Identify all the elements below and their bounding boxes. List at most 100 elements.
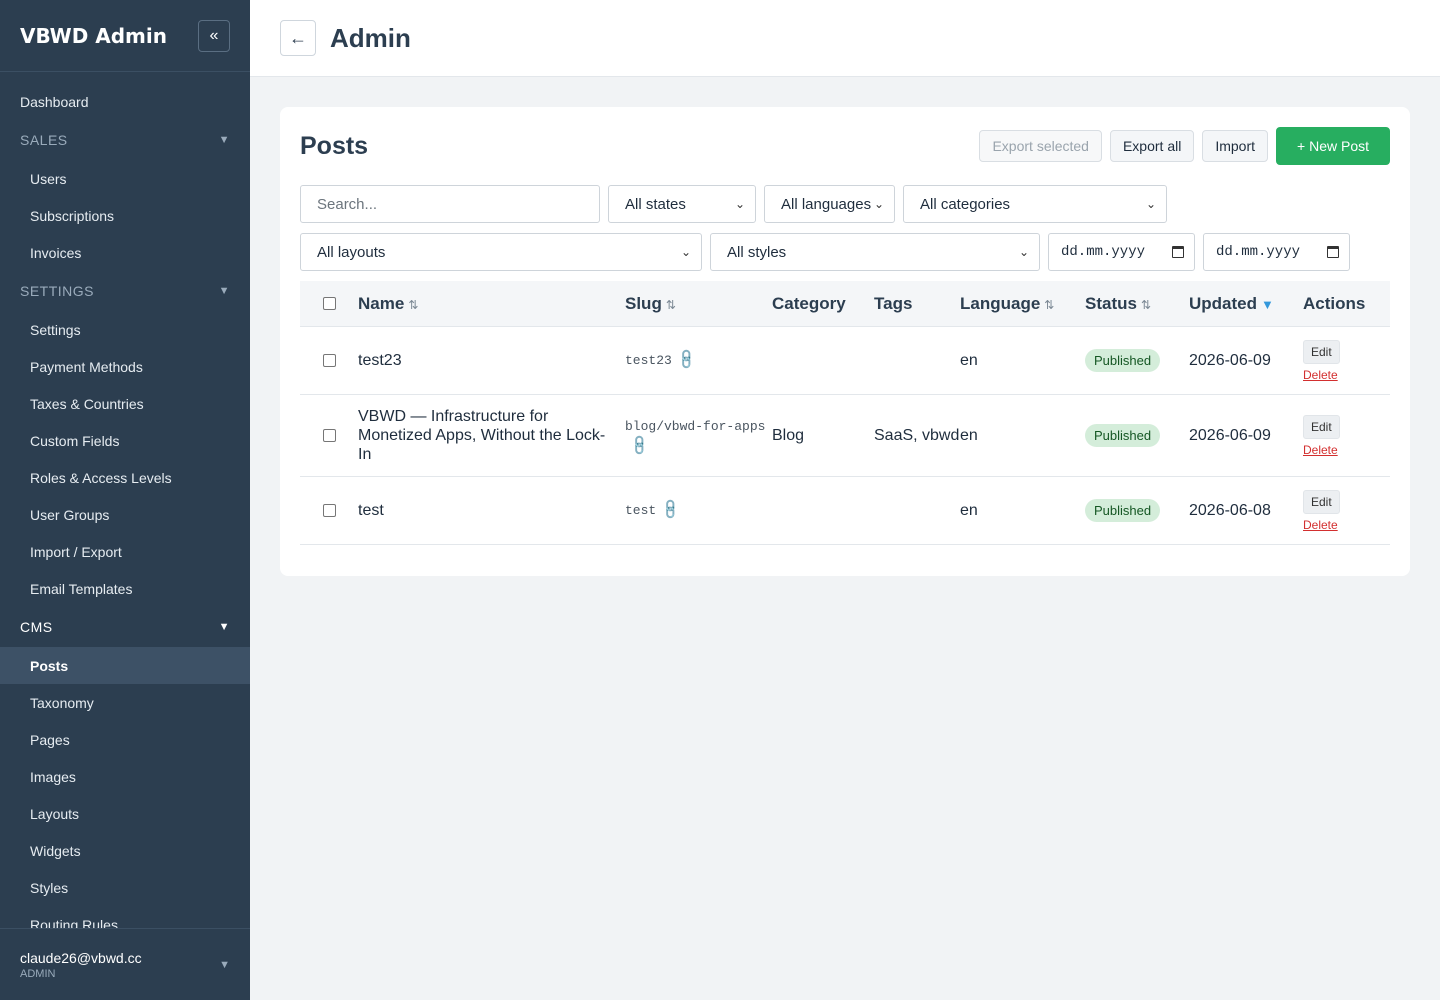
link-icon[interactable]: 🔗 [628,433,652,457]
status-badge: Published [1085,499,1161,522]
column-updated-label: Updated [1189,293,1257,313]
date-from-placeholder: dd.mm.yyyy [1061,244,1146,260]
row-checkbox[interactable] [322,354,336,367]
filter-row-1: Search... All states ⌄ All languages ⌄ A… [300,185,1390,223]
chevron-down-icon: ⌄ [1145,197,1156,211]
languages-select[interactable]: All languages ⌄ [764,185,895,223]
section-label: SETTINGS [20,283,95,299]
styles-select[interactable]: All styles ⌄ [710,233,1040,271]
edit-button[interactable]: Edit [1303,414,1340,439]
slug-text: test [625,502,657,518]
chevron-down-icon: ⌄ [873,197,884,211]
sidebar-item-custom-fields[interactable]: Custom Fields [0,422,250,459]
date-from-input[interactable]: dd.mm.yyyy [1048,233,1195,271]
section-label: SALES [20,132,68,148]
export-selected-button[interactable]: Export selected [979,130,1102,162]
column-slug[interactable]: Slug ⇅ [625,294,772,314]
select-all-checkbox[interactable] [322,297,336,310]
sidebar-item-email-templates[interactable]: Email Templates [0,570,250,607]
sidebar-section-sales[interactable]: SALES ▼ [0,120,250,160]
table-row: VBWD — Infrastructure for Monetized Apps… [300,395,1390,477]
styles-select-value: All styles [727,243,787,261]
date-to-input[interactable]: dd.mm.yyyy [1203,233,1350,271]
import-button[interactable]: Import [1202,130,1269,162]
filter-row-2: All layouts ⌄ All styles ⌄ dd.mm.yyyy dd… [300,233,1390,271]
sidebar-item-subscriptions[interactable]: Subscriptions [0,197,250,234]
sidebar-item-roles-access-levels[interactable]: Roles & Access Levels [0,459,250,496]
post-slug: test23 🔗 [625,347,772,371]
delete-link[interactable]: Delete [1303,443,1390,457]
table-row: test test 🔗 en Published 2026-06-08 Edit … [300,477,1390,545]
sidebar-item-import-export[interactable]: Import / Export [0,533,250,570]
column-language-label: Language [960,293,1041,313]
post-name: VBWD — Infrastructure for Monetized Apps… [358,408,606,463]
row-checkbox[interactable] [322,504,336,517]
row-actions: Edit Delete [1303,414,1390,457]
sidebar-item-user-groups[interactable]: User Groups [0,496,250,533]
delete-link[interactable]: Delete [1303,518,1390,532]
column-category: Category [772,293,846,313]
posts-table: Name ⇅ Slug ⇅ Category Tags Language ⇅ Stat… [300,281,1390,545]
column-language[interactable]: Language ⇅ [960,294,1085,314]
sidebar-item-settings[interactable]: Settings [0,311,250,348]
categories-select-value: All categories [920,195,1011,213]
categories-select[interactable]: All categories ⌄ [903,185,1167,223]
user-info: claude26@vbwd.cc ADMIN [20,950,142,980]
sidebar-brand: VBWD Admin « [0,0,250,72]
collapse-sidebar-button[interactable]: « [198,19,230,52]
sidebar-item-styles[interactable]: Styles [0,869,250,906]
search-input[interactable]: Search... [300,185,600,223]
edit-button[interactable]: Edit [1303,489,1340,514]
layouts-select-value: All layouts [317,243,386,261]
edit-button[interactable]: Edit [1303,339,1340,364]
sidebar-section-settings[interactable]: SETTINGS ▼ [0,271,250,311]
sort-icon: ⇅ [408,297,419,312]
sidebar-item-layouts[interactable]: Layouts [0,795,250,832]
sidebar-item-posts[interactable]: Posts [0,647,250,684]
user-menu[interactable]: claude26@vbwd.cc ADMIN ▼ [0,928,250,1000]
calendar-icon[interactable] [1172,246,1184,258]
sidebar-item-dashboard[interactable]: Dashboard [0,83,250,120]
export-all-button[interactable]: Export all [1109,130,1195,162]
back-button[interactable]: ← [280,20,316,56]
chevron-down-icon: ⌄ [1018,245,1029,259]
post-category: Blog [772,426,805,444]
posts-card: Posts Export selected Export all Import … [280,107,1410,576]
top-header: ← Admin [250,0,1440,77]
link-icon[interactable]: 🔗 [674,347,698,371]
row-checkbox[interactable] [322,429,336,442]
sidebar-item-images[interactable]: Images [0,758,250,795]
languages-select-value: All languages [781,195,872,213]
sidebar-item-taxes-countries[interactable]: Taxes & Countries [0,385,250,422]
sidebar-item-widgets[interactable]: Widgets [0,832,250,869]
slug-text: test23 [625,352,672,368]
arrow-left-icon: ← [289,27,307,48]
sidebar-item-payment-methods[interactable]: Payment Methods [0,348,250,385]
sidebar-item-users[interactable]: Users [0,160,250,197]
user-email: claude26@vbwd.cc [20,949,142,966]
layouts-select[interactable]: All layouts ⌄ [300,233,702,271]
calendar-icon[interactable] [1327,246,1339,258]
column-updated[interactable]: Updated ▼ [1189,294,1303,314]
sort-desc-icon: ▼ [1261,296,1274,312]
user-role: ADMIN [20,967,56,980]
filters: Search... All states ⌄ All languages ⌄ A… [300,185,1390,271]
column-status[interactable]: Status ⇅ [1085,294,1189,314]
sidebar-item-taxonomy[interactable]: Taxonomy [0,684,250,721]
brand-title: VBWD Admin [20,23,167,48]
post-updated: 2026-06-09 [1189,426,1271,444]
caret-down-icon: ▼ [218,621,230,633]
column-name[interactable]: Name ⇅ [358,294,625,314]
date-to-placeholder: dd.mm.yyyy [1216,244,1301,260]
row-actions: Edit Delete [1303,489,1390,532]
sidebar-item-routing-rules[interactable]: Routing Rules [0,906,250,929]
link-icon[interactable]: 🔗 [659,497,683,521]
sidebar-item-pages[interactable]: Pages [0,721,250,758]
post-language: en [960,351,978,369]
sidebar-section-cms[interactable]: CMS ▼ [0,607,250,647]
sidebar-item-invoices[interactable]: Invoices [0,234,250,271]
new-post-button[interactable]: + New Post [1276,127,1390,165]
caret-down-icon: ▼ [218,285,230,297]
delete-link[interactable]: Delete [1303,368,1390,382]
states-select[interactable]: All states ⌄ [608,185,756,223]
